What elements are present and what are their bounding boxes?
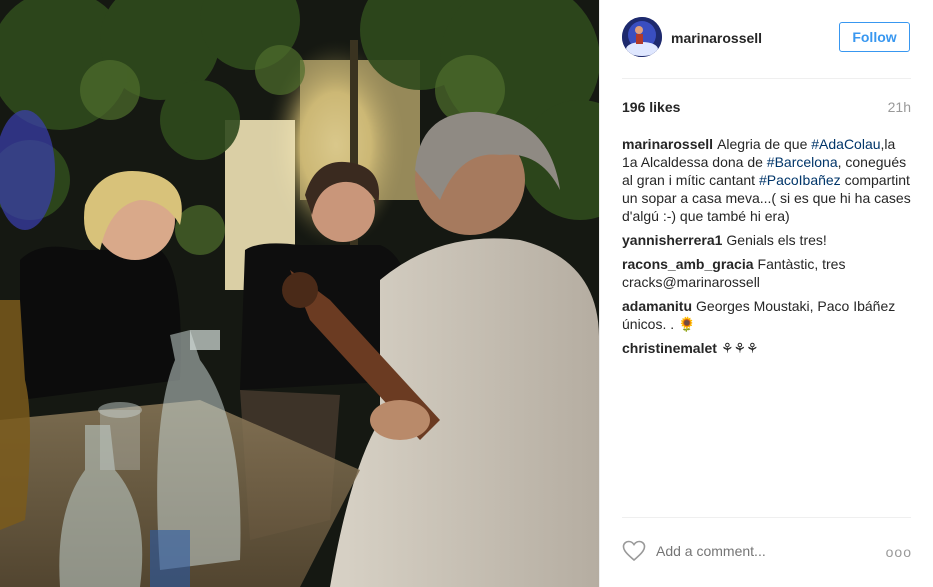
post-author-username[interactable]: marinarossell: [671, 30, 762, 46]
comment-item: yannisherrera1 Genials els tres!: [622, 231, 912, 249]
caption-text: Alegria de que: [717, 136, 812, 152]
photo-illustration: [0, 0, 599, 587]
post-photo[interactable]: [0, 0, 599, 587]
comments-list: marinarossell Alegria de que #AdaColau,la…: [622, 135, 912, 363]
caption-username[interactable]: marinarossell: [622, 136, 713, 152]
comment-text: Genials els tres!: [726, 232, 827, 248]
comment-item: christinemalet ⚘⚘⚘: [622, 339, 912, 357]
divider: [622, 78, 911, 79]
avatar[interactable]: [622, 17, 662, 57]
add-comment-input[interactable]: [656, 543, 876, 559]
comment-username[interactable]: christinemalet: [622, 340, 717, 356]
instagram-post: marinarossell Follow 196 likes 21h marin…: [0, 0, 933, 587]
add-comment-row: ooo: [622, 535, 912, 567]
caption: marinarossell Alegria de que #AdaColau,la…: [622, 135, 912, 225]
hashtag-link[interactable]: #Barcelona: [767, 154, 838, 170]
post-timestamp[interactable]: 21h: [888, 99, 911, 115]
comment-item: racons_amb_gracia Fantàstic, tres cracks@…: [622, 255, 912, 291]
post-header: marinarossell Follow: [600, 0, 933, 78]
comment-text: ⚘⚘⚘: [720, 340, 759, 356]
hashtag-link[interactable]: #PacoIbañez: [759, 172, 841, 188]
likes-count[interactable]: 196 likes: [622, 99, 680, 115]
comment-username[interactable]: adamanitu: [622, 298, 692, 314]
follow-button[interactable]: Follow: [839, 22, 910, 52]
comment-username[interactable]: yannisherrera1: [622, 232, 722, 248]
hashtag-link[interactable]: #AdaColau: [811, 136, 880, 152]
comment-username[interactable]: racons_amb_gracia: [622, 256, 754, 272]
more-options-icon[interactable]: ooo: [886, 544, 912, 560]
avatar-image: [622, 17, 662, 57]
heart-icon[interactable]: [622, 540, 646, 562]
divider: [622, 517, 911, 518]
comment-item: adamanitu Georges Moustaki, Paco Ibáñez ú…: [622, 297, 912, 333]
post-details-panel: marinarossell Follow 196 likes 21h marin…: [599, 0, 933, 587]
